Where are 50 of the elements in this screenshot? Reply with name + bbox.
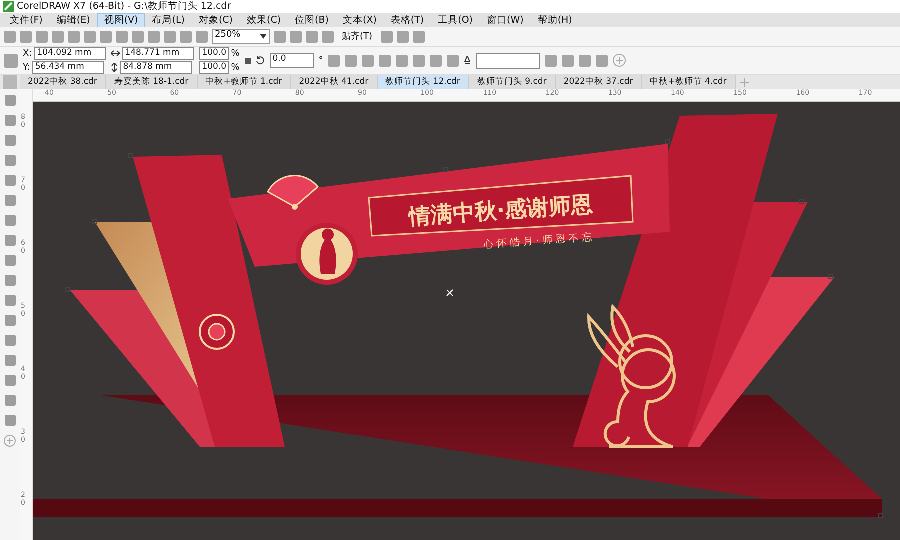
width-icon — [111, 50, 120, 57]
document-tab[interactable]: 教师节门头 9.cdr — [469, 75, 556, 89]
document-tab[interactable]: 中秋+教师节 1.cdr — [198, 75, 292, 89]
center-marker-icon — [446, 290, 454, 296]
snap-dropdown[interactable]: 贴齐(T) — [338, 30, 377, 43]
degree-label: ° — [318, 56, 324, 66]
scale-x-field[interactable]: 100.0 — [199, 47, 230, 60]
zoom-dropdown[interactable]: 250% — [212, 29, 270, 44]
menu-item[interactable]: 效果(C) — [240, 12, 288, 28]
y-position-field[interactable]: 56.434 mm — [32, 61, 104, 74]
pen-nib-icon — [464, 56, 472, 66]
menu-item[interactable]: 窗口(W) — [480, 12, 531, 28]
flower-ornament — [199, 314, 235, 350]
menu-item[interactable]: 编辑(E) — [50, 12, 98, 28]
document-tab[interactable]: 2022中秋 37.cdr — [556, 75, 642, 89]
outline-width-dropdown[interactable] — [476, 52, 540, 68]
width-field[interactable]: 148.771 mm — [122, 47, 194, 60]
menu-item[interactable]: 工具(O) — [431, 12, 480, 28]
document-tab[interactable]: 教师节门头 12.cdr — [378, 75, 470, 89]
scale-y-field[interactable]: 100.0 — [199, 61, 230, 74]
new-tab-icon[interactable] — [740, 78, 749, 86]
x-label: X: — [23, 48, 32, 58]
menu-item[interactable]: 文件(F) — [3, 12, 50, 28]
document-tab[interactable]: 2022中秋 38.cdr — [20, 75, 106, 89]
percent-label: % — [231, 62, 240, 72]
paper-fan-drawing — [267, 175, 319, 210]
caret-icon — [260, 34, 267, 39]
document-tab[interactable]: 2022中秋 41.cdr — [291, 75, 378, 89]
menu-item[interactable]: 位图(B) — [288, 12, 336, 28]
banner-subline: 心 怀 皓 月 · 师 恩 不 忘 — [483, 232, 593, 251]
height-field[interactable]: 84.878 mm — [120, 61, 192, 74]
menu-item[interactable]: 帮助(H) — [530, 12, 580, 28]
menu-item[interactable]: 表格(T) — [384, 12, 432, 28]
rotate-icon — [256, 56, 265, 65]
add-tool-icon[interactable] — [4, 435, 16, 447]
percent-label: % — [231, 48, 240, 58]
window-title: CorelDRAW X7 (64-Bit) - G:\教师节门头 12.cdr — [17, 0, 232, 13]
height-icon — [111, 63, 118, 72]
menu-item[interactable]: 布局(L) — [145, 12, 192, 28]
lock-icon[interactable] — [244, 58, 251, 64]
add-icon[interactable] — [613, 54, 626, 67]
x-position-field[interactable]: 104.092 mm — [34, 47, 106, 60]
menu-item[interactable]: 文本(X) — [336, 12, 384, 28]
document-tab[interactable]: 中秋+教师节 4.cdr — [642, 75, 736, 89]
document-tab[interactable]: 寿宴美陈 18-1.cdr — [106, 75, 198, 89]
menu-item[interactable]: 对象(C) — [192, 12, 240, 28]
rotation-field[interactable]: 0.0 — [270, 53, 314, 68]
banner-headline: 情满中秋·感谢师恩 — [408, 192, 594, 230]
menu-item[interactable]: 视图(V) — [97, 12, 146, 28]
y-label: Y: — [23, 62, 30, 72]
